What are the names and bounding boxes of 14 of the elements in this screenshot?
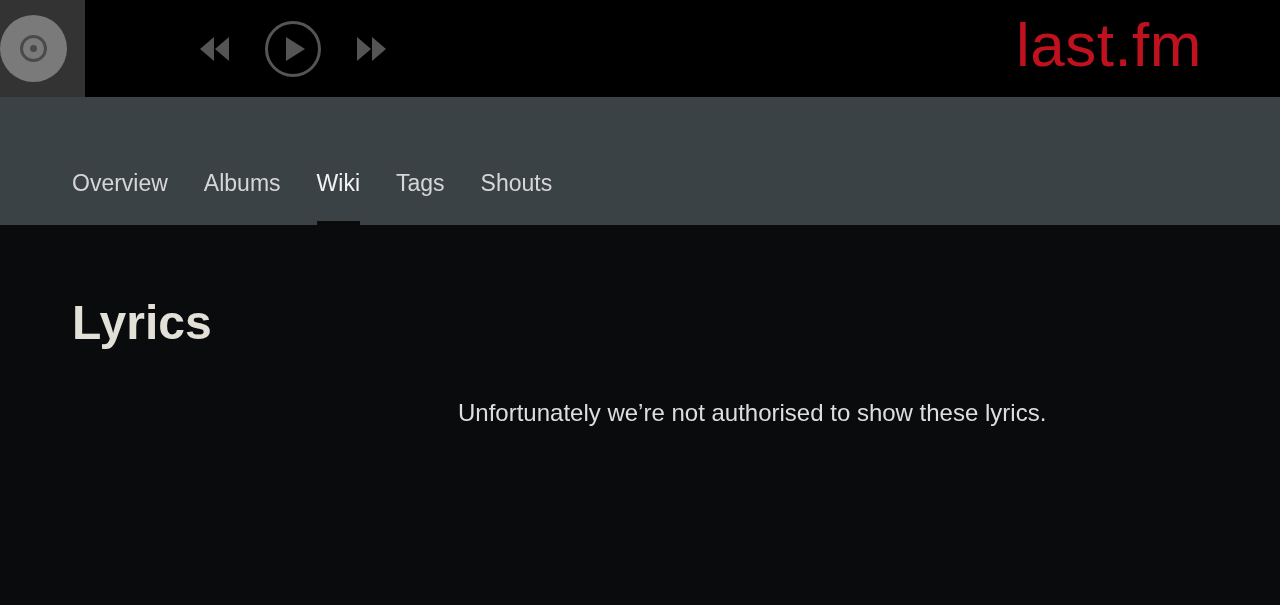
tab[interactable]: Wiki bbox=[316, 145, 360, 225]
section-heading: Lyrics bbox=[72, 295, 212, 351]
play-button[interactable] bbox=[265, 20, 321, 77]
rewind-button[interactable] bbox=[200, 36, 229, 61]
tab[interactable]: Shouts bbox=[480, 145, 553, 225]
play-icon bbox=[265, 20, 321, 77]
tab[interactable]: Overview bbox=[72, 145, 168, 225]
disc-icon bbox=[0, 15, 67, 82]
tab[interactable]: Albums bbox=[203, 145, 281, 225]
fast-forward-button[interactable] bbox=[357, 36, 386, 61]
rewind-icon bbox=[200, 36, 229, 61]
fast-forward-icon bbox=[357, 36, 386, 61]
lyrics-unavailable-message: Unfortunately we’re not authorised to show these lyrics. bbox=[458, 398, 1047, 428]
tab[interactable]: Tags bbox=[396, 145, 445, 225]
